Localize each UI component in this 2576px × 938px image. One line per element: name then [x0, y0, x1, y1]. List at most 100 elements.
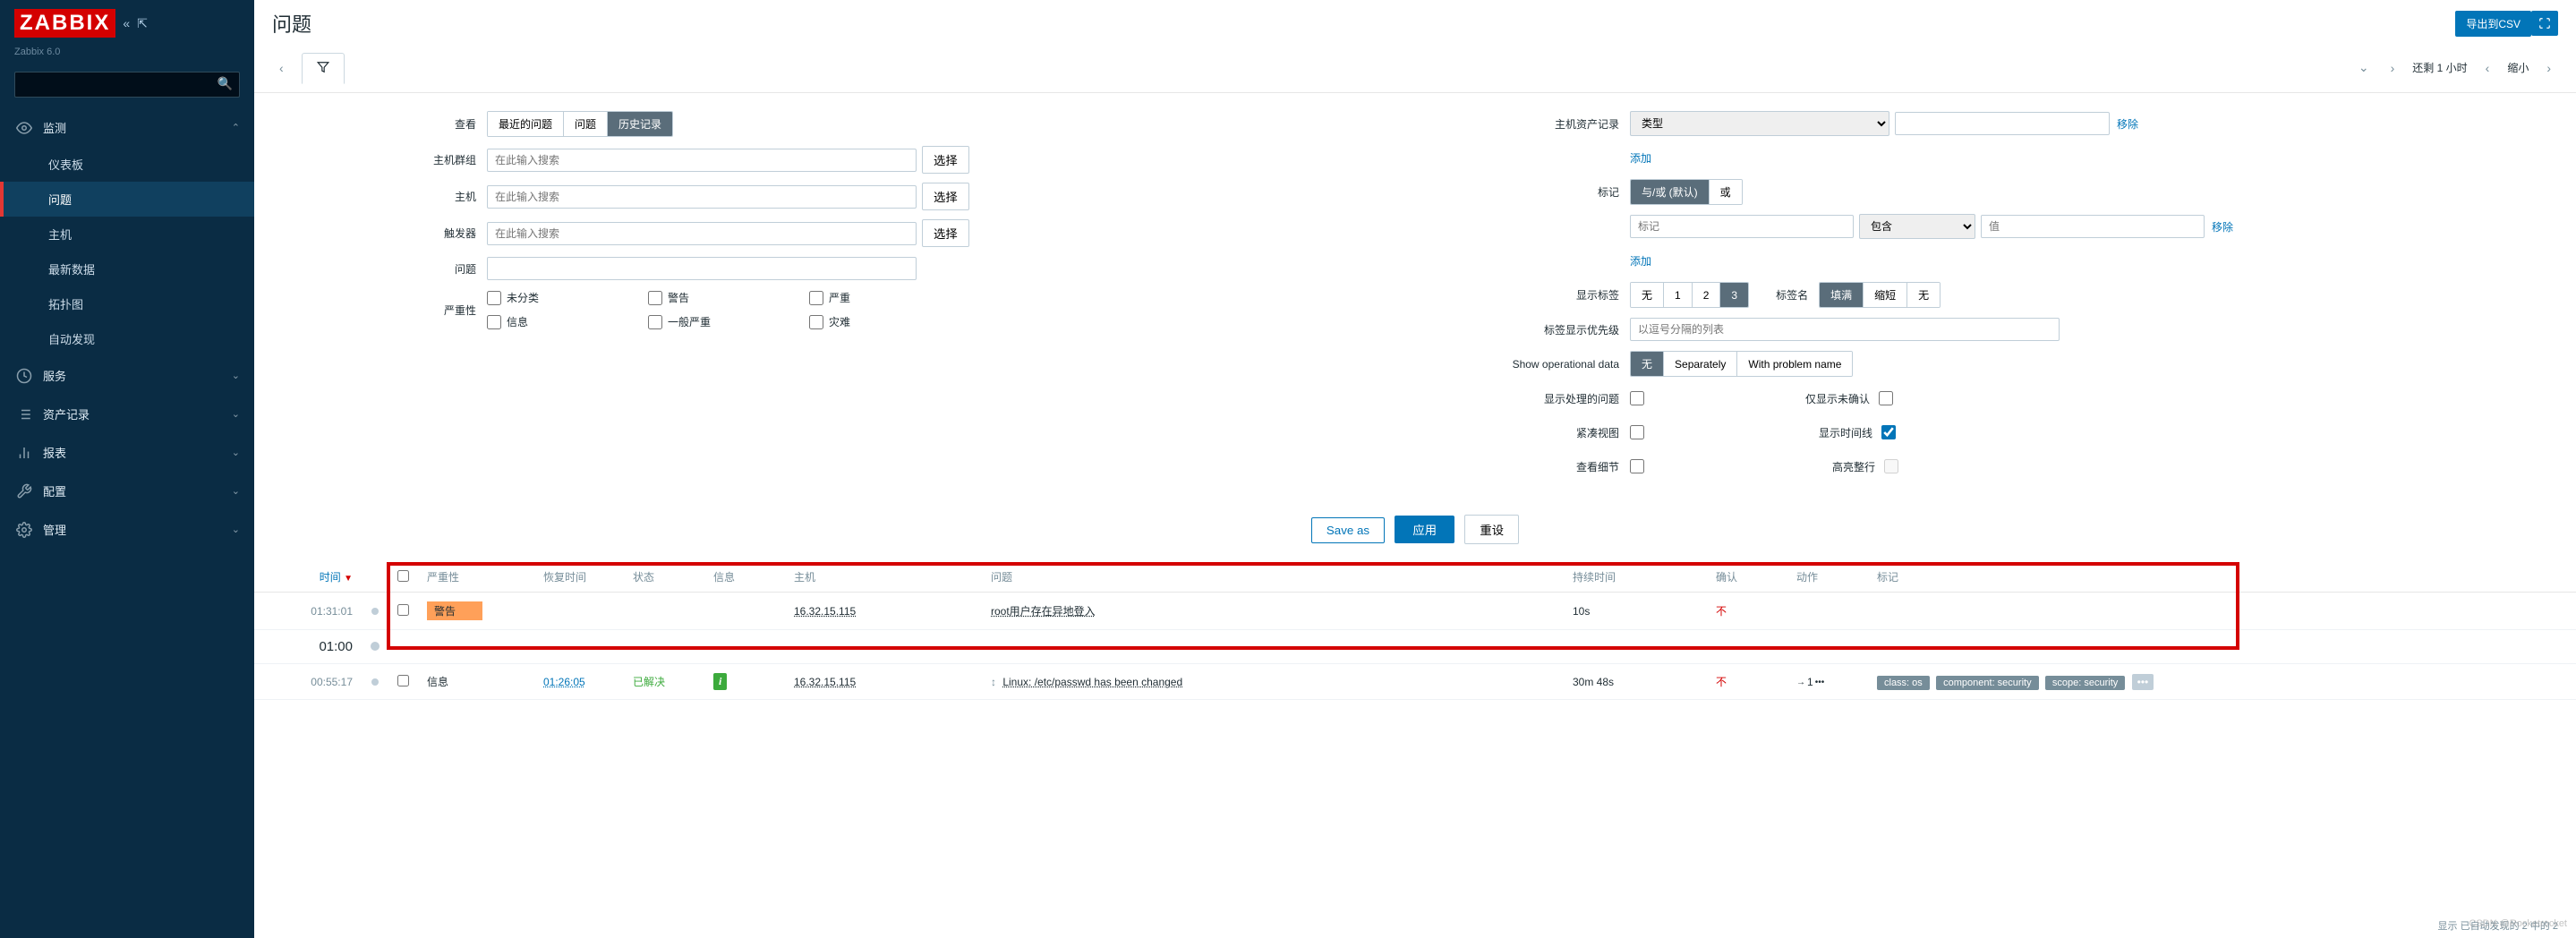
zoom-out-button[interactable]: 缩小 [2503, 60, 2532, 75]
tag-or-button[interactable]: 或 [1710, 180, 1742, 204]
inventory-add-link[interactable]: 添加 [1630, 150, 1651, 166]
nav-dashboards[interactable]: 仪表板 [0, 147, 254, 182]
time-expand-icon[interactable]: ⌄ [2351, 56, 2376, 79]
host-link[interactable]: 16.32.15.115 [794, 676, 856, 688]
reset-button[interactable]: 重设 [1464, 515, 1519, 544]
filter-tab[interactable] [302, 53, 345, 84]
tag-badge[interactable]: scope: security [2045, 676, 2125, 690]
filter-tags-label: 标记 [1433, 184, 1630, 200]
nav-discovery[interactable]: 自动发现 [0, 321, 254, 356]
suppressed-checkbox[interactable] [1630, 391, 1644, 405]
nav-inventory[interactable]: 资产记录 ⌄ [0, 395, 254, 433]
details-checkbox[interactable] [1630, 459, 1644, 473]
tagname-short-button[interactable]: 缩短 [1864, 283, 1907, 307]
inventory-type-select[interactable]: 类型 [1630, 111, 1889, 136]
tagpriority-input[interactable] [1630, 318, 2060, 341]
opdata-none-button[interactable]: 无 [1631, 352, 1664, 376]
time-next-icon[interactable]: › [2384, 57, 2402, 79]
nav-admin[interactable]: 管理 ⌄ [0, 510, 254, 549]
tag-andor-button[interactable]: 与/或 (默认) [1631, 180, 1710, 204]
sev-notclassified-checkbox[interactable]: 未分类 [487, 290, 621, 305]
tag-name-input[interactable] [1630, 215, 1854, 238]
trigger-input[interactable] [487, 222, 917, 245]
nav-monitoring-items: 仪表板 问题 主机 最新数据 拓扑图 自动发现 [0, 147, 254, 356]
opdata-sep-button[interactable]: Separately [1664, 352, 1737, 376]
trigger-select-button[interactable]: 选择 [922, 219, 969, 247]
showtags-2-button[interactable]: 2 [1693, 283, 1721, 307]
action-count-icon[interactable]: →1••• [1796, 676, 1824, 688]
nav-config[interactable]: 配置 ⌄ [0, 472, 254, 510]
search-icon[interactable]: 🔍 [218, 76, 233, 91]
ack-link[interactable]: 不 [1716, 676, 1727, 688]
host-link[interactable]: 16.32.15.115 [794, 605, 856, 618]
col-status[interactable]: 状态 [624, 562, 704, 593]
tag-remove-link[interactable]: 移除 [2212, 219, 2233, 234]
info-badge-icon[interactable]: i [713, 673, 727, 690]
sev-average-checkbox[interactable]: 一般严重 [648, 314, 782, 329]
nav-latest-data[interactable]: 最新数据 [0, 252, 254, 286]
collapse-icon[interactable]: « [123, 16, 130, 31]
nav-maps[interactable]: 拓扑图 [0, 286, 254, 321]
col-severity[interactable]: 严重性 [418, 562, 534, 593]
problem-input[interactable] [487, 257, 917, 280]
tag-add-link[interactable]: 添加 [1630, 253, 1651, 269]
showtags-3-button[interactable]: 3 [1720, 283, 1748, 307]
apply-button[interactable]: 应用 [1395, 516, 1454, 543]
problem-link[interactable]: root用户存在异地登入 [991, 605, 1096, 618]
tagname-full-button[interactable]: 填满 [1820, 283, 1864, 307]
hostgroup-input[interactable] [487, 149, 917, 172]
host-select-button[interactable]: 选择 [922, 183, 969, 210]
tag-badge[interactable]: component: security [1936, 676, 2038, 690]
col-recovery[interactable]: 恢复时间 [534, 562, 624, 593]
tag-op-select[interactable]: 包含 [1859, 214, 1975, 239]
showtags-none-button[interactable]: 无 [1631, 283, 1664, 307]
problem-link[interactable]: Linux: /etc/passwd has been changed [1002, 676, 1182, 688]
filter-compact-label: 紧凑视图 [1433, 425, 1630, 440]
view-problems-button[interactable]: 问题 [564, 112, 608, 136]
popout-icon[interactable]: ⇱ [137, 16, 148, 31]
sev-warning-checkbox[interactable]: 警告 [648, 290, 782, 305]
nav-hosts[interactable]: 主机 [0, 217, 254, 252]
compact-checkbox[interactable] [1630, 425, 1644, 439]
hostgroup-select-button[interactable]: 选择 [922, 146, 969, 174]
opdata-with-button[interactable]: With problem name [1737, 352, 1852, 376]
more-tags-icon[interactable]: ••• [2132, 674, 2154, 690]
fullscreen-button[interactable] [2531, 11, 2558, 36]
tagname-none-button[interactable]: 无 [1907, 283, 1940, 307]
time-prev-icon[interactable]: ‹ [2478, 57, 2497, 79]
timeline-checkbox[interactable] [1881, 425, 1896, 439]
highlight-checkbox[interactable] [1884, 459, 1898, 473]
row-checkbox[interactable] [397, 604, 409, 616]
time-forward-icon[interactable]: › [2539, 57, 2558, 79]
inventory-value-input[interactable] [1895, 112, 2110, 135]
tag-value-input[interactable] [1981, 215, 2205, 238]
col-time[interactable]: 时间 ▼ [254, 562, 362, 593]
inventory-remove-link[interactable]: 移除 [2117, 116, 2138, 132]
export-csv-button[interactable]: 导出到CSV [2455, 11, 2531, 37]
save-as-button[interactable]: Save as [1311, 517, 1385, 543]
view-history-button[interactable]: 历史记录 [608, 112, 672, 136]
nav-services[interactable]: 服务 ⌄ [0, 356, 254, 395]
nav-reports[interactable]: 报表 ⌄ [0, 433, 254, 472]
sev-info-checkbox[interactable]: 信息 [487, 314, 621, 329]
unack-checkbox[interactable] [1879, 391, 1893, 405]
prev-tab-icon[interactable]: ‹ [272, 57, 291, 79]
sidebar-search-input[interactable] [14, 72, 240, 98]
view-recent-button[interactable]: 最近的问题 [488, 112, 564, 136]
col-host[interactable]: 主机 [785, 562, 982, 593]
recovery-time-link[interactable]: 01:26:05 [543, 676, 585, 688]
ack-link[interactable]: 不 [1716, 605, 1727, 618]
nav-problems[interactable]: 问题 [0, 182, 254, 217]
row-checkbox[interactable] [397, 675, 409, 686]
row-time[interactable]: 00:55:17 [254, 664, 362, 700]
select-all-checkbox[interactable] [397, 570, 409, 582]
host-input[interactable] [487, 185, 917, 209]
sev-disaster-checkbox[interactable]: 灾难 [809, 314, 943, 329]
showtags-1-button[interactable]: 1 [1664, 283, 1693, 307]
filter-timeline-label: 显示时间线 [1819, 425, 1872, 440]
row-time[interactable]: 01:31:01 [254, 593, 362, 630]
nav-monitoring[interactable]: 监测 ⌃ [0, 108, 254, 147]
sev-high-checkbox[interactable]: 严重 [809, 290, 943, 305]
tag-badge[interactable]: class: os [1877, 676, 1930, 690]
col-problem[interactable]: 问题 [982, 562, 1564, 593]
